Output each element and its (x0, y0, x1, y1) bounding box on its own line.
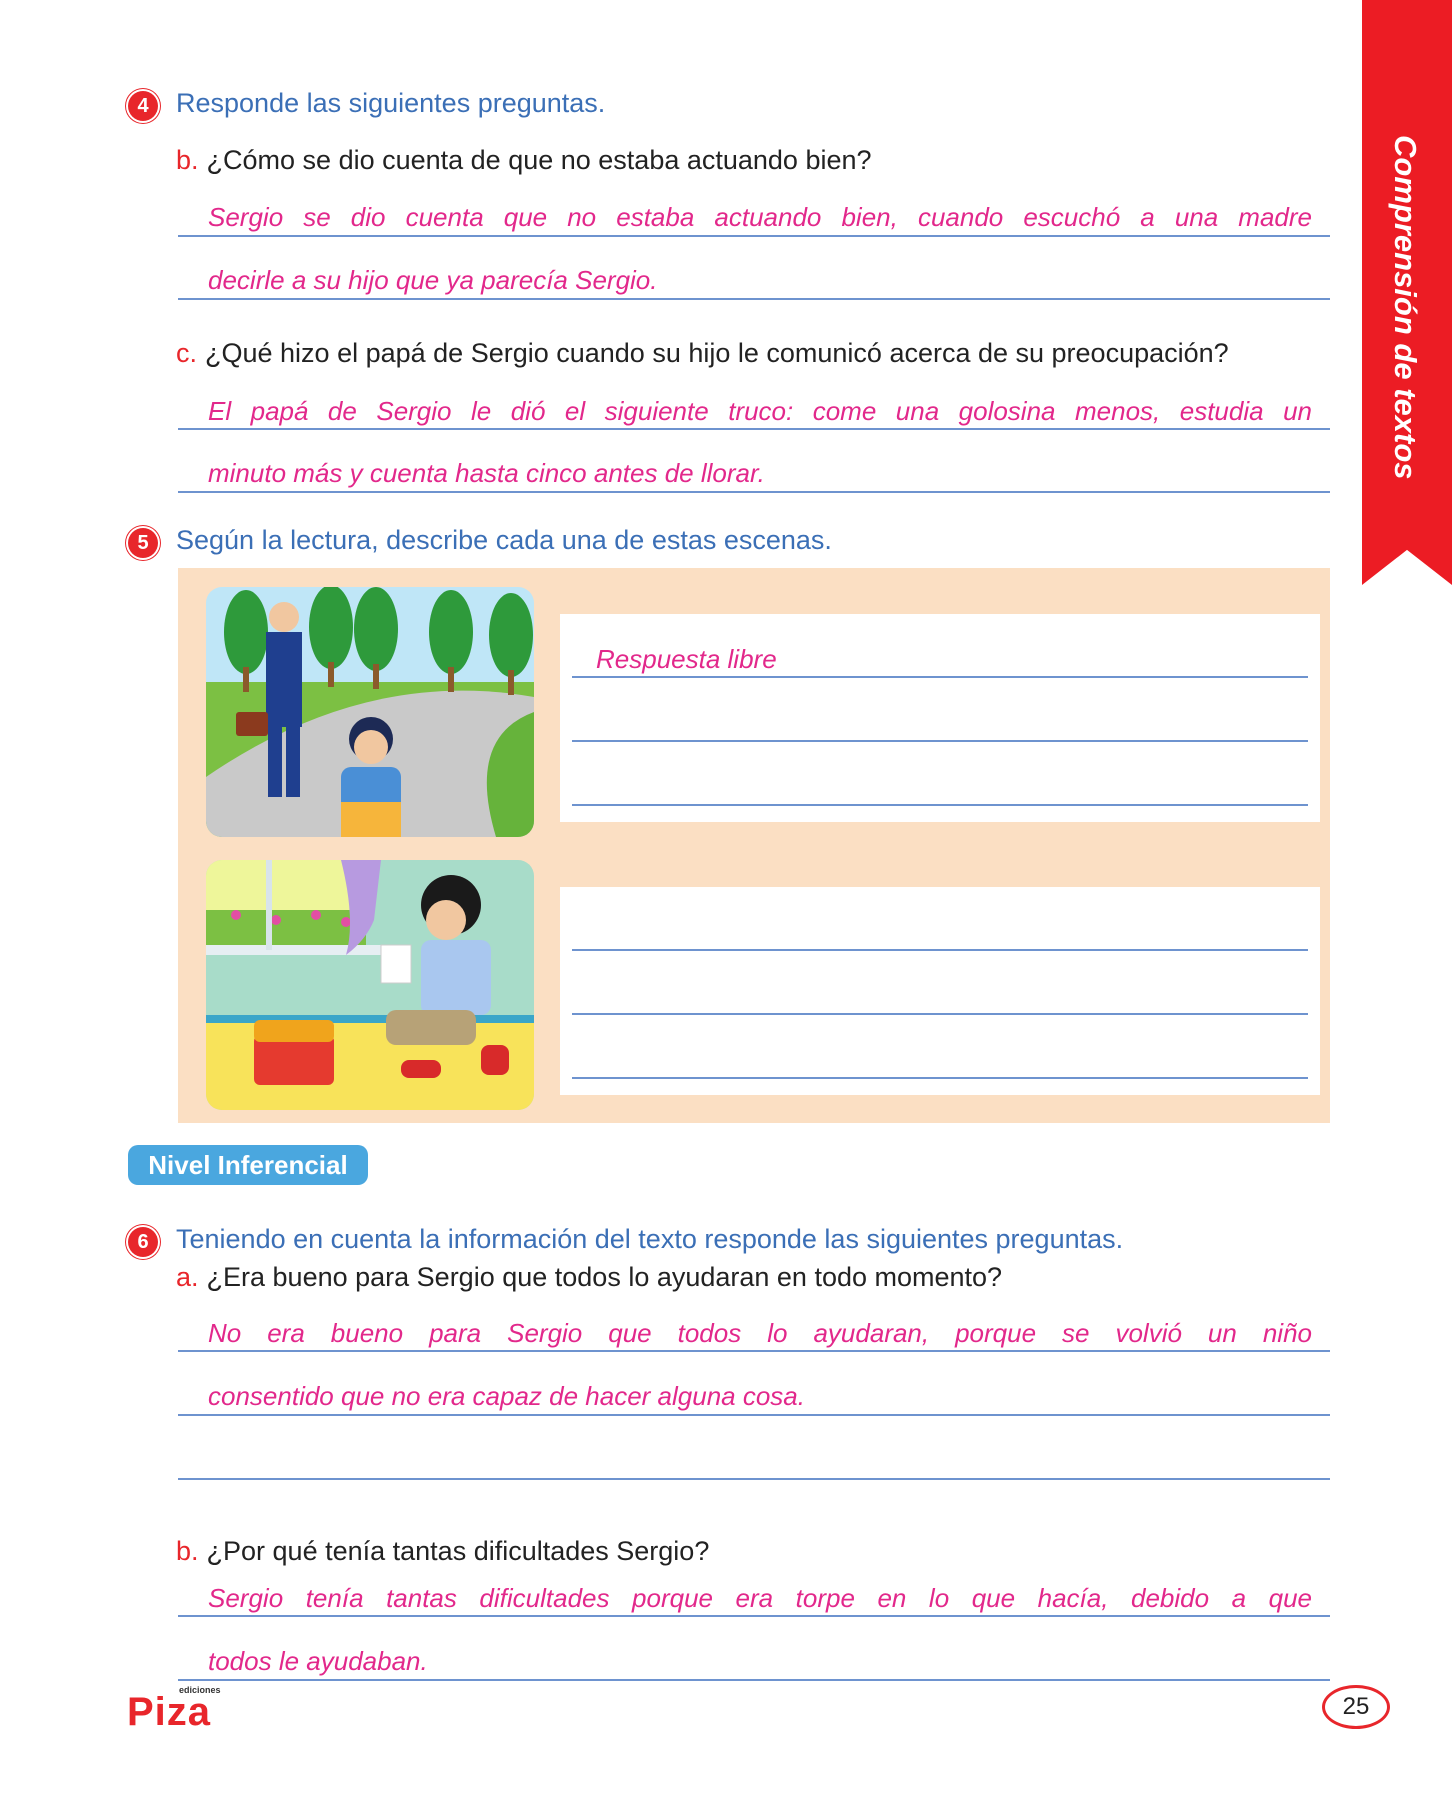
question-6b: b. ¿Por qué tenía tantas dificultades Ser… (176, 1536, 709, 1567)
question-4b-text: ¿Cómo se dio cuenta de que no estaba act… (206, 145, 872, 175)
question-4c: c. ¿Qué hizo el papá de Sergio cuando su … (176, 338, 1229, 369)
publisher-logo: ediciones Piza (127, 1685, 237, 1733)
scene-2-illustration (206, 860, 534, 1110)
question-4c-letter: c. (176, 338, 198, 368)
question-6b-text: ¿Por qué tenía tantas dificultades Sergi… (206, 1536, 710, 1566)
question-4b-letter: b. (176, 145, 199, 175)
answer-6b-line-2: todos le ayudaban. (208, 1646, 428, 1676)
question-6-instruction: Teniendo en cuenta la información del te… (176, 1224, 1124, 1254)
question-4-badge: 4 (128, 91, 158, 121)
answer-rule (572, 804, 1308, 806)
answer-rule (572, 676, 1308, 678)
answer-rule (178, 1615, 1330, 1617)
answer-rule (572, 949, 1308, 951)
treasure-scene-image (206, 860, 534, 1110)
question-4b: b. ¿Cómo se dio cuenta de que no estaba a… (176, 145, 872, 176)
question-4-instruction: Responde las siguientes preguntas. (176, 88, 606, 118)
level-label: Nivel Inferencial (128, 1145, 368, 1185)
question-6a-letter: a. (176, 1262, 199, 1292)
answer-rule (572, 1013, 1308, 1015)
question-6a: a. ¿Era bueno para Sergio que todos lo ay… (176, 1262, 1002, 1293)
answer-4b-line-2: decirle a su hijo que ya parecía Sergio. (208, 265, 658, 295)
answer-rule (572, 1077, 1308, 1079)
page-number: 25 (1322, 1685, 1390, 1729)
answer-4c-line-2: minuto más y cuenta hasta cinco antes de… (208, 458, 765, 488)
question-5-instruction: Según la lectura, describe cada una de e… (176, 525, 832, 555)
question-4c-text: ¿Qué hizo el papá de Sergio cuando su hi… (205, 338, 1229, 368)
question-6-badge: 6 (128, 1227, 158, 1257)
side-tab-label: Comprensión de textos (1388, 135, 1423, 480)
answer-4b-line-1: Sergio se dio cuenta que no estaba actua… (208, 202, 1312, 232)
answer-6a-line-2: consentido que no era capaz de hacer alg… (208, 1381, 805, 1411)
scene-1-answer-box[interactable]: Respuesta libre (560, 614, 1320, 822)
question-5-badge: 5 (128, 528, 158, 558)
answer-rule (178, 1350, 1330, 1352)
answer-rule (178, 491, 1330, 493)
answer-rule (178, 1679, 1330, 1681)
question-6a-text: ¿Era bueno para Sergio que todos lo ayud… (206, 1262, 1003, 1292)
scene-1-answer: Respuesta libre (596, 644, 777, 674)
answer-rule (178, 1414, 1330, 1416)
answer-rule (178, 1478, 1330, 1480)
answer-6a-line-1: No era bueno para Sergio que todos lo ay… (208, 1318, 1312, 1348)
scene-2-answer-box[interactable] (560, 887, 1320, 1095)
answer-6b-line-1: Sergio tenía tantas dificultades porque … (208, 1583, 1312, 1613)
answer-4c-line-1: El papá de Sergio le dió el siguiente tr… (208, 396, 1312, 426)
logo-main-text: Piza (127, 1690, 212, 1734)
answer-rule (178, 428, 1330, 430)
question-6b-letter: b. (176, 1536, 199, 1566)
answer-rule (178, 235, 1330, 237)
scene-1-illustration (206, 587, 534, 837)
park-scene-image (206, 587, 534, 837)
answer-rule (572, 740, 1308, 742)
answer-rule (178, 298, 1330, 300)
